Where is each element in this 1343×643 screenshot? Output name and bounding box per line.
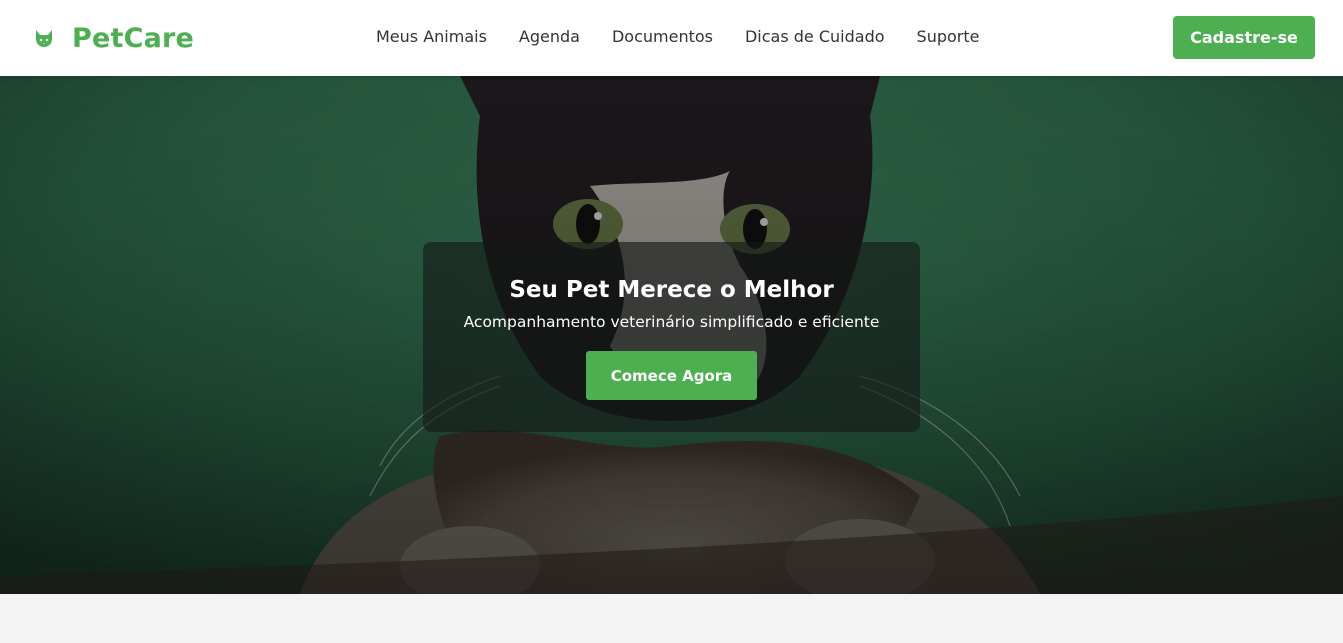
- nav-link-suporte[interactable]: Suporte: [917, 25, 980, 49]
- hero-section: Seu Pet Merece o Melhor Acompanhamento v…: [0, 76, 1343, 594]
- page-content-area: [0, 594, 1343, 643]
- hero-subtitle: Acompanhamento veterinário simplificado …: [463, 313, 880, 331]
- top-navbar: PetCare Meus Animais Agenda Documentos D…: [0, 0, 1343, 76]
- get-started-button[interactable]: Comece Agora: [586, 351, 757, 400]
- brand-logo[interactable]: PetCare: [33, 20, 194, 56]
- hero-title: Seu Pet Merece o Melhor: [509, 277, 834, 303]
- nav-link-documentos[interactable]: Documentos: [612, 25, 713, 49]
- cat-icon: [33, 27, 55, 49]
- hero-card: Seu Pet Merece o Melhor Acompanhamento v…: [423, 242, 920, 432]
- nav-link-agenda[interactable]: Agenda: [519, 25, 580, 49]
- nav-link-meus-animais[interactable]: Meus Animais: [376, 25, 487, 49]
- signup-button[interactable]: Cadastre-se: [1173, 16, 1315, 59]
- brand-name: PetCare: [72, 22, 195, 54]
- nav-link-dicas-de-cuidado[interactable]: Dicas de Cuidado: [745, 25, 885, 49]
- main-nav: Meus Animais Agenda Documentos Dicas de …: [376, 25, 979, 49]
